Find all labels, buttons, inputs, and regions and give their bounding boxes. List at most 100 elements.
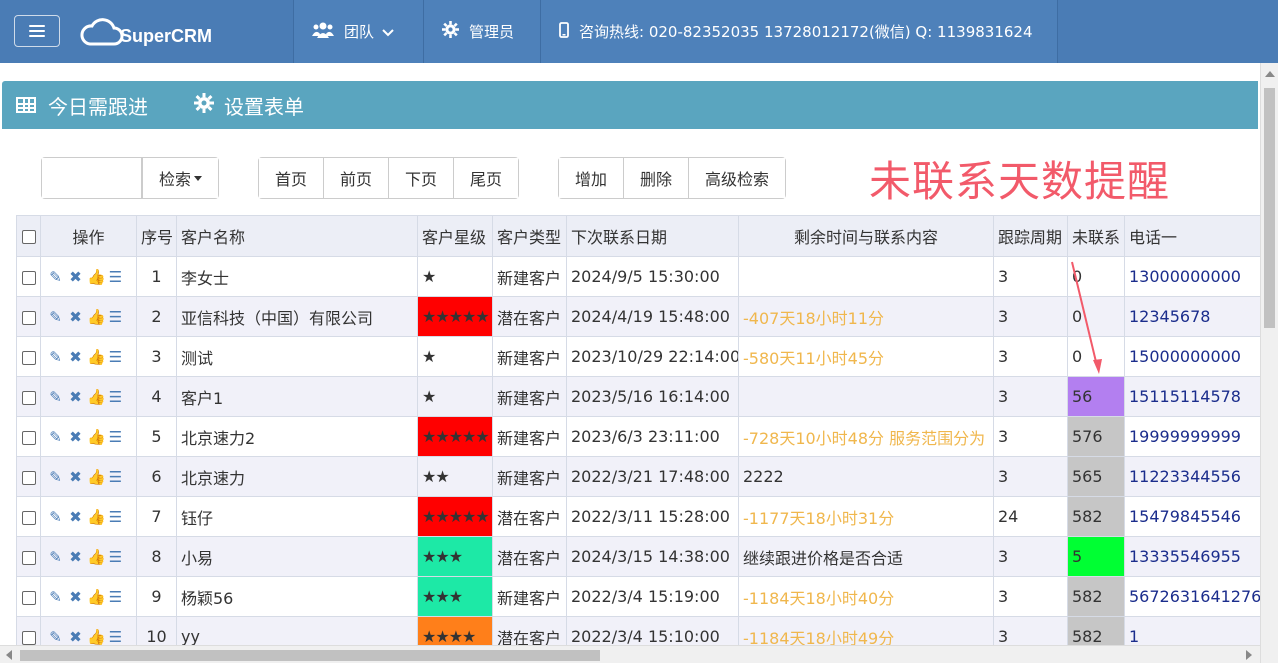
row-checkbox[interactable] — [21, 270, 36, 285]
vertical-scroll-thumb[interactable] — [1264, 88, 1275, 328]
thumbs-up-icon[interactable]: 👍 — [87, 389, 106, 406]
add-button[interactable]: 增加 — [559, 158, 624, 198]
row-checkbox[interactable] — [21, 470, 36, 485]
list-icon[interactable]: ☰ — [107, 469, 124, 486]
col-name[interactable]: 客户名称 — [176, 215, 418, 257]
row-checkbox[interactable] — [21, 550, 36, 565]
list-icon[interactable]: ☰ — [107, 549, 124, 566]
customer-name[interactable]: 杨颖56 — [176, 576, 418, 617]
list-icon[interactable]: ☰ — [107, 269, 124, 286]
nav-team-dropdown[interactable]: 团队 — [293, 0, 423, 63]
table-row[interactable]: ✎ ✖ 👍 ☰ 7 钰仔 ★★★★★ 潜在客户 2022/3/11 15:28:00 -1177天… — [16, 496, 1260, 537]
col-phone[interactable]: 电话一 — [1124, 215, 1260, 257]
customer-name[interactable]: 测试 — [176, 336, 418, 377]
settings-form-link[interactable]: 设置表单 — [194, 81, 304, 129]
menu-toggle-button[interactable] — [14, 15, 60, 47]
thumbs-up-icon[interactable]: 👍 — [87, 589, 106, 606]
edit-icon[interactable]: ✎ — [47, 469, 64, 486]
customer-name[interactable]: 北京速力2 — [176, 416, 418, 457]
col-uncontacted[interactable]: 未联系 — [1067, 215, 1125, 257]
table-row[interactable]: ✎ ✖ 👍 ☰ 1 李女士 ★ 新建客户 2024/9/5 15:30:00 3 0 13000000… — [16, 256, 1260, 297]
last-page-button[interactable]: 尾页 — [453, 158, 519, 198]
customer-name[interactable]: 亚信科技（中国）有限公司 — [176, 296, 418, 337]
list-icon[interactable]: ☰ — [107, 589, 124, 606]
delete-button[interactable]: 删除 — [623, 158, 689, 198]
table-row[interactable]: ✎ ✖ 👍 ☰ 2 亚信科技（中国）有限公司 ★★★★★ 潜在客户 2024/4/19 15:4… — [16, 296, 1260, 337]
today-followup-tab[interactable]: 今日需跟进 — [16, 81, 148, 129]
customer-name[interactable]: 钰仔 — [176, 496, 418, 537]
phone-one[interactable]: 5672631641276 — [1124, 576, 1260, 617]
row-checkbox[interactable] — [21, 350, 36, 365]
scroll-right-icon[interactable] — [1246, 650, 1252, 660]
table-row[interactable]: ✎ ✖ 👍 ☰ 10 yy ★★★★ 潜在客户 2022/3/4 15:10:00 -1184天1… — [16, 616, 1260, 646]
customer-name[interactable]: 小易 — [176, 536, 418, 577]
phone-one[interactable]: 19999999999 — [1124, 416, 1260, 457]
table-row[interactable]: ✎ ✖ 👍 ☰ 3 测试 ★ 新建客户 2023/10/29 22:14:00 -580天11小时… — [16, 336, 1260, 377]
select-all-checkbox[interactable] — [21, 230, 36, 244]
edit-icon[interactable]: ✎ — [47, 589, 64, 606]
phone-one[interactable]: 15000000000 — [1124, 336, 1260, 377]
thumbs-up-icon[interactable]: 👍 — [87, 629, 106, 646]
col-cycle[interactable]: 跟踪周期 — [993, 215, 1068, 257]
phone-one[interactable]: 1 — [1124, 616, 1260, 645]
phone-one[interactable]: 12345678 — [1124, 296, 1260, 337]
next-page-button[interactable]: 下页 — [388, 158, 454, 198]
search-dropdown-button[interactable]: 检索 — [142, 158, 219, 198]
thumbs-up-icon[interactable]: 👍 — [87, 269, 106, 286]
delete-x-icon[interactable]: ✖ — [67, 589, 84, 606]
delete-x-icon[interactable]: ✖ — [67, 269, 84, 286]
list-icon[interactable]: ☰ — [107, 389, 124, 406]
list-icon[interactable]: ☰ — [107, 629, 124, 646]
col-remain[interactable]: 剩余时间与联系内容 — [738, 215, 994, 257]
delete-x-icon[interactable]: ✖ — [67, 389, 84, 406]
table-row[interactable]: ✎ ✖ 👍 ☰ 9 杨颖56 ★★★ 新建客户 2022/3/4 15:19:00 -1184天1… — [16, 576, 1260, 617]
table-row[interactable]: ✎ ✖ 👍 ☰ 6 北京速力 ★★ 新建客户 2022/3/21 17:48:00 2222 3 56… — [16, 456, 1260, 497]
edit-icon[interactable]: ✎ — [47, 269, 64, 286]
row-checkbox[interactable] — [21, 590, 36, 605]
delete-x-icon[interactable]: ✖ — [67, 469, 84, 486]
edit-icon[interactable]: ✎ — [47, 389, 64, 406]
thumbs-up-icon[interactable]: 👍 — [87, 429, 106, 446]
delete-x-icon[interactable]: ✖ — [67, 629, 84, 646]
thumbs-up-icon[interactable]: 👍 — [87, 349, 106, 366]
customer-name[interactable]: 李女士 — [176, 256, 418, 297]
col-next-date[interactable]: 下次联系日期 — [566, 215, 739, 257]
delete-x-icon[interactable]: ✖ — [67, 309, 84, 326]
prev-page-button[interactable]: 前页 — [323, 158, 389, 198]
phone-one[interactable]: 15115114578 — [1124, 376, 1260, 417]
thumbs-up-icon[interactable]: 👍 — [87, 509, 106, 526]
table-row[interactable]: ✎ ✖ 👍 ☰ 4 客户1 ★ 新建客户 2023/5/16 16:14:00 3 56 151151… — [16, 376, 1260, 417]
edit-icon[interactable]: ✎ — [47, 309, 64, 326]
customer-name[interactable]: yy — [176, 616, 418, 645]
delete-x-icon[interactable]: ✖ — [67, 509, 84, 526]
row-checkbox[interactable] — [21, 310, 36, 325]
nav-admin[interactable]: 管理员 — [423, 0, 540, 63]
list-icon[interactable]: ☰ — [107, 509, 124, 526]
edit-icon[interactable]: ✎ — [47, 629, 64, 646]
delete-x-icon[interactable]: ✖ — [67, 349, 84, 366]
phone-one[interactable]: 13335546955 — [1124, 536, 1260, 577]
table-row[interactable]: ✎ ✖ 👍 ☰ 8 小易 ★★★ 潜在客户 2024/3/15 14:38:00 继续跟进价格是否… — [16, 536, 1260, 577]
customer-name[interactable]: 客户1 — [176, 376, 418, 417]
thumbs-up-icon[interactable]: 👍 — [87, 549, 106, 566]
horizontal-scrollbar[interactable] — [0, 645, 1260, 663]
row-checkbox[interactable] — [21, 390, 36, 405]
table-row[interactable]: ✎ ✖ 👍 ☰ 5 北京速力2 ★★★★★ 新建客户 2023/6/3 23:11:00 -728… — [16, 416, 1260, 457]
delete-x-icon[interactable]: ✖ — [67, 549, 84, 566]
row-checkbox[interactable] — [21, 630, 36, 645]
scroll-left-icon[interactable] — [6, 650, 12, 660]
col-star[interactable]: 客户星级 — [417, 215, 493, 257]
advanced-search-button[interactable]: 高级检索 — [688, 158, 786, 198]
edit-icon[interactable]: ✎ — [47, 509, 64, 526]
brand-logo[interactable]: SuperCRM — [78, 14, 212, 50]
delete-x-icon[interactable]: ✖ — [67, 429, 84, 446]
col-type[interactable]: 客户类型 — [492, 215, 567, 257]
list-icon[interactable]: ☰ — [107, 349, 124, 366]
row-checkbox[interactable] — [21, 510, 36, 525]
edit-icon[interactable]: ✎ — [47, 349, 64, 366]
edit-icon[interactable]: ✎ — [47, 429, 64, 446]
list-icon[interactable]: ☰ — [107, 309, 124, 326]
scroll-up-icon[interactable] — [1265, 71, 1275, 77]
first-page-button[interactable]: 首页 — [259, 158, 324, 198]
col-idx[interactable]: 序号 — [136, 215, 177, 257]
